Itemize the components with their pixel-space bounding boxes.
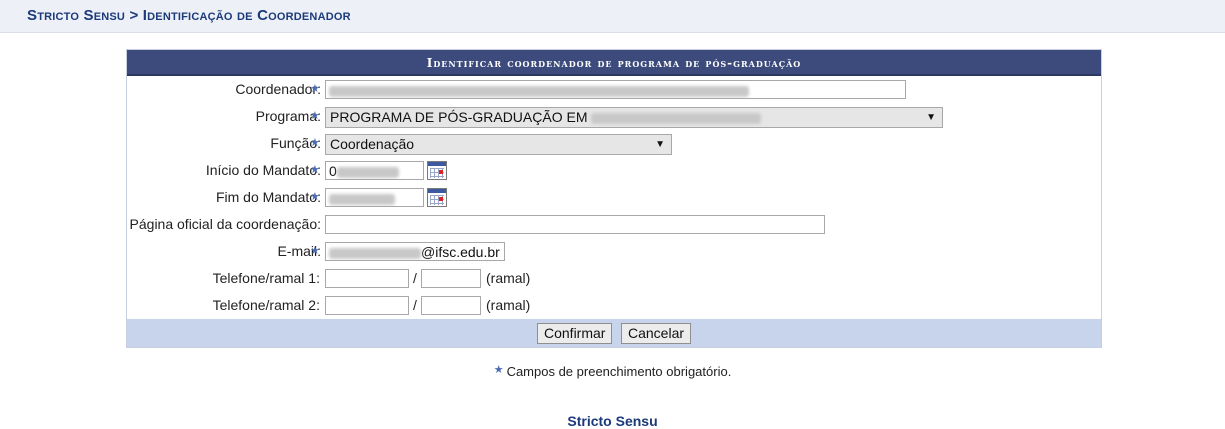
button-bar: Confirmar Cancelar xyxy=(127,319,1101,347)
required-star-icon: ★ xyxy=(493,364,504,376)
email-input[interactable]: @ifsc.edu.br xyxy=(325,242,505,261)
row-email: E-mail: ★ @ifsc.edu.br xyxy=(127,239,1101,266)
inicio-mandato-label: Início do Mandato: xyxy=(205,162,321,178)
required-star-icon: ★ xyxy=(310,137,320,149)
row-funcao: Função: ★ Coordenação ▼ xyxy=(127,131,1101,158)
redacted-text xyxy=(329,193,395,205)
required-star-icon: ★ xyxy=(310,83,320,95)
chevron-down-icon: ▼ xyxy=(655,139,665,150)
ramal1-suffix: (ramal) xyxy=(486,270,531,286)
coordenador-label: Coordenador: xyxy=(235,81,321,97)
row-telefone1: Telefone/ramal 1: / (ramal) xyxy=(127,266,1101,293)
pagina-oficial-label: Página oficial da coordenação: xyxy=(129,216,321,232)
telefone2-separator: / xyxy=(413,297,417,313)
chevron-down-icon: ▼ xyxy=(926,112,936,123)
redacted-text xyxy=(591,112,762,124)
required-star-icon: ★ xyxy=(310,110,320,122)
row-telefone2: Telefone/ramal 2: / (ramal) xyxy=(127,293,1101,320)
calendar-icon[interactable] xyxy=(427,188,447,207)
telefone1-separator: / xyxy=(413,270,417,286)
ramal1-input[interactable] xyxy=(421,269,481,288)
telefone2-label: Telefone/ramal 2: xyxy=(212,297,320,313)
required-star-icon: ★ xyxy=(310,245,320,257)
coordenador-input[interactable] xyxy=(325,80,906,99)
footer-link-stricto-sensu[interactable]: Stricto Sensu xyxy=(0,413,1225,429)
top-bar: Stricto Sensu > Identificação de Coorden… xyxy=(0,0,1225,33)
inicio-mandato-input[interactable]: 0 xyxy=(325,161,424,180)
required-star-icon: ★ xyxy=(310,164,320,176)
redacted-text xyxy=(329,247,421,259)
row-pagina-oficial: Página oficial da coordenação: xyxy=(127,212,1101,239)
cancel-button[interactable]: Cancelar xyxy=(621,323,692,344)
form-caption: Identificar coordenador de programa de p… xyxy=(127,50,1101,76)
identify-coordinator-form: Identificar coordenador de programa de p… xyxy=(126,49,1102,348)
required-fields-note: ★ Campos de preenchimento obrigatório. xyxy=(493,364,732,379)
redacted-text xyxy=(329,85,749,97)
ramal2-suffix: (ramal) xyxy=(486,297,531,313)
pagina-oficial-input[interactable] xyxy=(325,215,825,234)
breadcrumb: Stricto Sensu > Identificação de Coorden… xyxy=(27,7,351,24)
row-coordenador: Coordenador: ★ xyxy=(127,77,1101,104)
redacted-text xyxy=(336,166,399,178)
telefone2-input[interactable] xyxy=(325,296,409,315)
row-inicio-mandato: Início do Mandato: ★ 0 xyxy=(127,158,1101,185)
calendar-icon[interactable] xyxy=(427,161,447,180)
row-fim-mandato: Fim do Mandato: ★ xyxy=(127,185,1101,212)
row-programa: Programa: ★ PROGRAMA DE PÓS-GRADUAÇÃO EM… xyxy=(127,104,1101,131)
funcao-select[interactable]: Coordenação ▼ xyxy=(325,134,672,155)
programa-select[interactable]: PROGRAMA DE PÓS-GRADUAÇÃO EM ▼ xyxy=(325,107,943,128)
required-star-icon: ★ xyxy=(310,191,320,203)
confirm-button[interactable]: Confirmar xyxy=(537,323,613,344)
telefone1-input[interactable] xyxy=(325,269,409,288)
fim-mandato-label: Fim do Mandato: xyxy=(215,189,321,205)
telefone1-label: Telefone/ramal 1: xyxy=(212,270,320,286)
fim-mandato-input[interactable] xyxy=(325,188,424,207)
ramal2-input[interactable] xyxy=(421,296,481,315)
